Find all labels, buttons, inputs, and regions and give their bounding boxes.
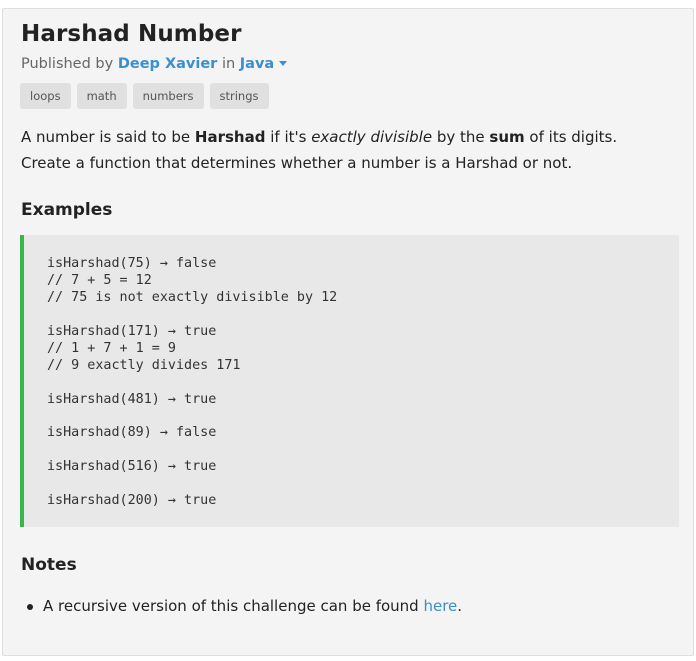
challenge-title: Harshad Number [21,21,242,47]
note-text: A recursive version of this challenge ca… [43,597,424,615]
code-line: // 7 + 5 = 12 [47,273,152,288]
exactly-divisible-emphasis: exactly divisible [311,128,433,146]
code-line: isHarshad(516) → true [47,459,217,475]
here-link[interactable]: here [423,597,457,615]
tag-list: loops math numbers strings [20,83,269,109]
bullet-icon [27,604,33,610]
caret-down-icon [279,61,288,66]
code-line: // 9 exactly divides 171 [47,357,241,373]
code-line: isHarshad(75) → false [47,256,217,271]
code-content: isHarshad(75) → false // 7 + 5 = 12 // 7… [47,255,337,509]
examples-heading: Examples [21,200,113,220]
code-line: // 1 + 7 + 1 = 9 [47,340,176,356]
notes-list-item: A recursive version of this challenge ca… [27,597,463,615]
in-label: in [221,56,236,72]
tag-loops[interactable]: loops [20,83,71,109]
language-dropdown[interactable]: Java [239,56,288,72]
note-end: . [457,597,463,615]
tag-math[interactable]: math [76,83,127,109]
tag-strings[interactable]: strings [209,83,269,109]
code-line: isHarshad(481) → true [47,391,217,407]
language-label: Java [239,56,275,72]
harshad-term: Harshad [194,128,266,146]
challenge-card: Harshad Number Published by Deep Xavier … [2,8,694,656]
code-line: isHarshad(171) → true [47,323,217,339]
tag-numbers[interactable]: numbers [132,83,204,109]
challenge-description: A number is said to be Harshad if it's e… [21,128,618,172]
examples-code-block: isHarshad(75) → false // 7 + 5 = 12 // 7… [20,235,679,527]
code-line: isHarshad(200) → true [47,492,217,508]
byline: Published by Deep Xavier in Java [21,56,288,72]
code-line: isHarshad(89) → false [47,425,217,441]
sum-term: sum [489,128,525,146]
notes-heading: Notes [21,555,77,575]
code-line: // 75 is not exactly divisible by 12 [47,290,338,305]
published-by-label: Published by [21,56,114,72]
author-link[interactable]: Deep Xavier [118,56,218,72]
